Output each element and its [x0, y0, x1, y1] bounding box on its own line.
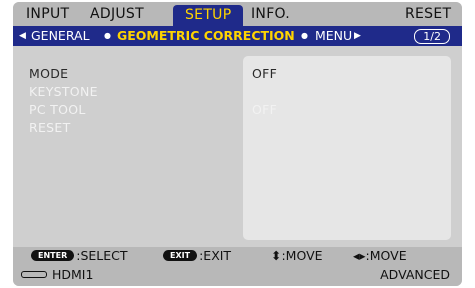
exit-hint: EXIT:EXIT: [163, 247, 231, 264]
right-arrow-icon[interactable]: ▶: [354, 26, 361, 46]
enter-key-icon: ENTER: [31, 250, 75, 261]
pc-tool-value: OFF: [252, 102, 278, 117]
tab-input[interactable]: INPUT: [26, 3, 69, 25]
enter-hint-label: :SELECT: [76, 248, 128, 263]
menu-item-pc-tool: PC TOOL: [29, 102, 86, 117]
menu-mode: ADVANCED: [380, 267, 450, 282]
menu-item-mode[interactable]: MODE: [29, 66, 68, 81]
page-indicator: 1/2: [414, 29, 450, 44]
tab-adjust[interactable]: ADJUST: [90, 3, 144, 25]
separator-dot-icon: ●: [104, 31, 111, 40]
osd-menu: INPUT ADJUST SETUP INFO. RESET ◀ GENERAL…: [13, 2, 462, 286]
menu-item-reset: RESET: [29, 120, 71, 135]
input-source: HDMI1: [52, 267, 94, 282]
hdmi-input-icon: [21, 271, 47, 278]
subtab-general[interactable]: GENERAL: [31, 26, 90, 46]
menu-item-keystone: KEYSTONE: [29, 84, 98, 99]
mode-value[interactable]: OFF: [252, 66, 277, 81]
move-leftright-hint: ◂▸:MOVE: [353, 248, 407, 263]
menu-content: MODE OFF KEYSTONE PC TOOL OFF RESET: [13, 46, 462, 240]
tab-info[interactable]: INFO.: [251, 3, 290, 25]
key-guide: ENTER:SELECT EXIT:EXIT ⬍:MOVE ◂▸:MOVE: [13, 247, 462, 264]
sub-tab-bar: ◀ GENERAL ● GEOMETRIC CORRECTION ● MENU …: [13, 26, 462, 46]
subtab-menu[interactable]: MENU: [315, 26, 352, 46]
main-tab-bar: INPUT ADJUST SETUP INFO. RESET: [13, 2, 462, 26]
tab-reset[interactable]: RESET: [405, 3, 451, 25]
left-arrow-icon[interactable]: ◀: [19, 26, 26, 46]
enter-hint: ENTER:SELECT: [31, 247, 128, 264]
exit-key-icon: EXIT: [163, 250, 198, 261]
subtab-geometric-correction[interactable]: GEOMETRIC CORRECTION: [117, 26, 295, 46]
status-bar: HDMI1 ADVANCED: [13, 264, 462, 286]
exit-hint-label: :EXIT: [199, 248, 232, 263]
move-updown-hint: ⬍:MOVE: [271, 248, 323, 263]
value-panel: [243, 56, 451, 240]
tab-setup[interactable]: SETUP: [173, 5, 244, 26]
separator-dot-icon: ●: [301, 31, 308, 40]
